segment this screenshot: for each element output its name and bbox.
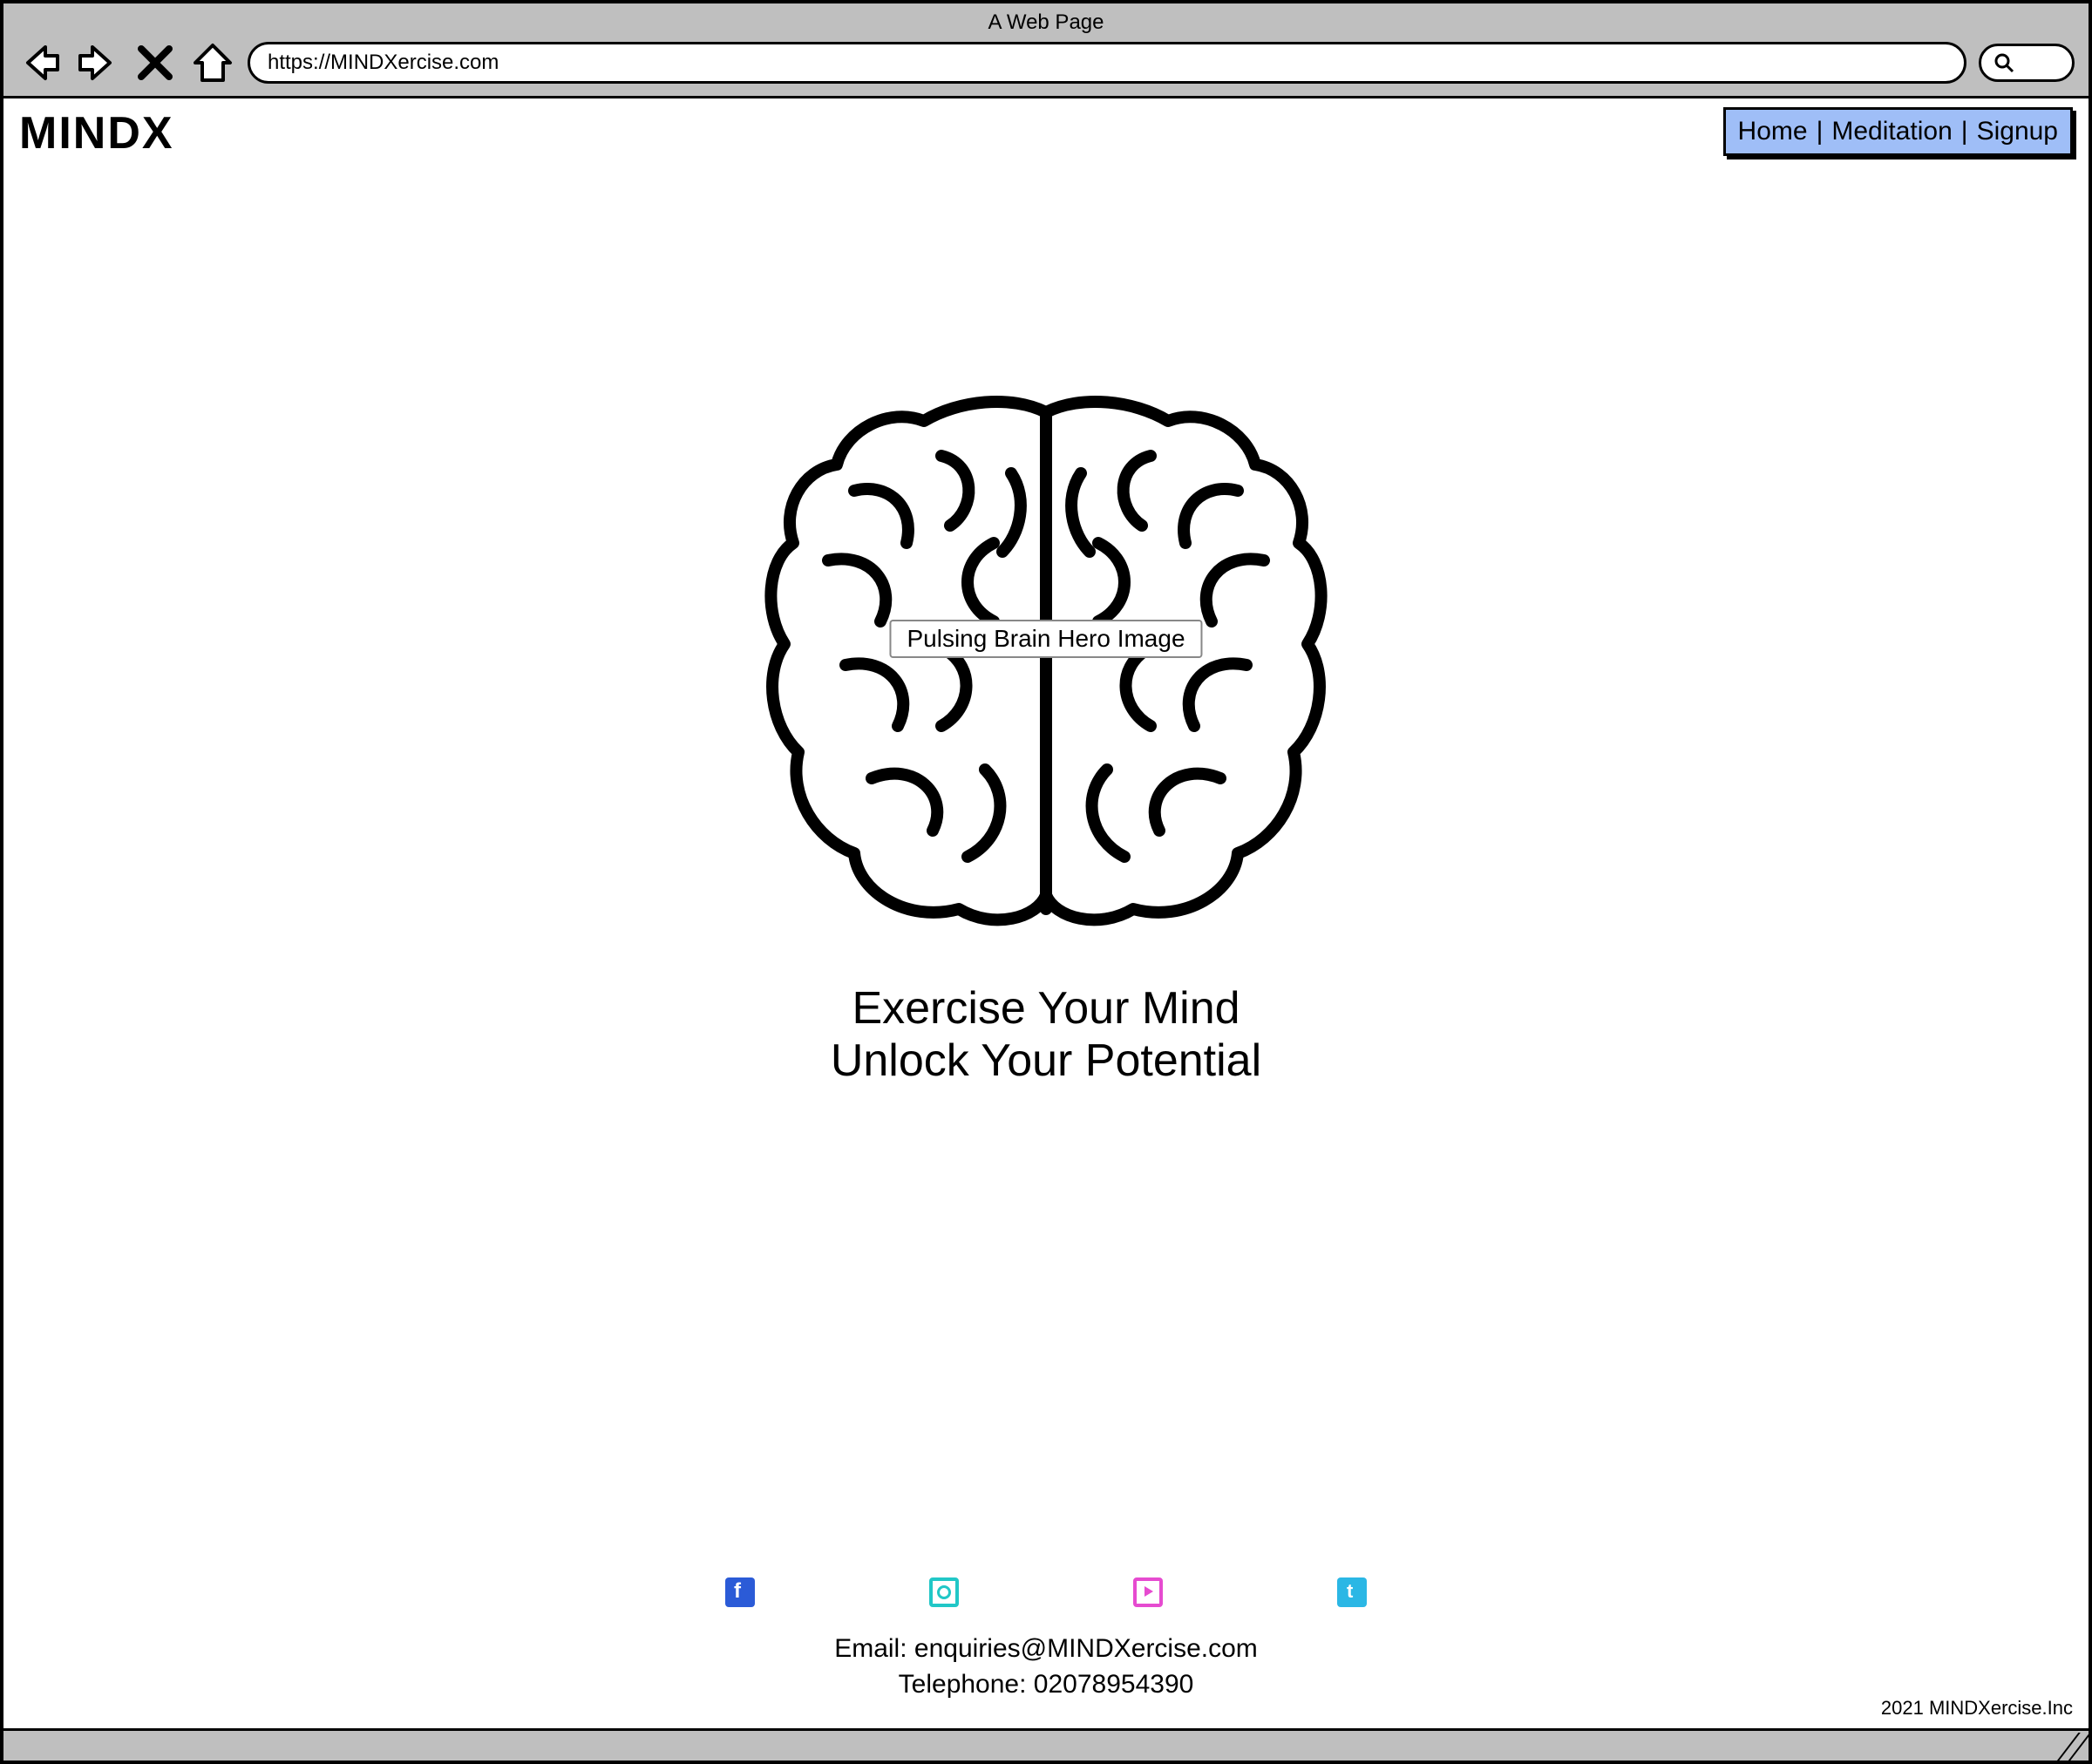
- home-button[interactable]: [190, 40, 235, 85]
- social-links: [3, 1577, 2089, 1607]
- forward-button[interactable]: [75, 40, 120, 85]
- hero-image: Pulsing Brain Hero Image: [750, 386, 1342, 948]
- stop-button[interactable]: [132, 40, 178, 85]
- nav-separator: |: [1961, 117, 1968, 146]
- nav-home[interactable]: Home: [1738, 117, 1808, 146]
- facebook-icon[interactable]: [725, 1577, 755, 1607]
- instagram-icon[interactable]: [929, 1577, 959, 1607]
- browser-window: A Web Page https://MINDXercise.com: [0, 0, 2092, 1764]
- tagline-line-2: Unlock Your Potential: [831, 1035, 1261, 1088]
- address-bar[interactable]: https://MINDXercise.com: [248, 42, 1966, 84]
- email-label: Email:: [834, 1634, 914, 1663]
- copyright-text: 2021 MINDXercise.Inc: [1881, 1697, 2073, 1720]
- status-bar: ╱╱: [3, 1731, 2089, 1761]
- nav-separator: |: [1817, 117, 1824, 146]
- browser-chrome: A Web Page https://MINDXercise.com: [3, 3, 2089, 98]
- nav-signup[interactable]: Signup: [1977, 117, 2058, 146]
- hero-image-caption: Pulsing Brain Hero Image: [889, 620, 1202, 658]
- phone-value[interactable]: 02078954390: [1034, 1670, 1194, 1699]
- address-bar-text: https://MINDXercise.com: [268, 51, 499, 75]
- main-nav: Home | Meditation | Signup: [1723, 107, 2073, 156]
- brain-icon: [750, 386, 1342, 944]
- back-button[interactable]: [17, 40, 63, 85]
- resize-grip-icon[interactable]: ╱╱: [2059, 1733, 2082, 1761]
- contact-info: Email: enquiries@MINDXercise.com Telepho…: [3, 1632, 2089, 1702]
- site-logo[interactable]: MINDX: [19, 107, 174, 159]
- twitter-icon[interactable]: [1337, 1577, 1367, 1607]
- nav-meditation[interactable]: Meditation: [1831, 117, 1952, 146]
- hero-tagline: Exercise Your Mind Unlock Your Potential: [831, 983, 1261, 1088]
- phone-label: Telephone:: [899, 1670, 1034, 1699]
- search-icon: [1994, 52, 2014, 73]
- window-title: A Web Page: [17, 10, 2075, 35]
- footer: Email: enquiries@MINDXercise.com Telepho…: [3, 1551, 2089, 1711]
- search-button[interactable]: [1979, 44, 2075, 82]
- youtube-icon[interactable]: [1133, 1577, 1163, 1607]
- hero-section: Pulsing Brain Hero Image Exercise Your M…: [3, 159, 2089, 1728]
- email-value[interactable]: enquiries@MINDXercise.com: [914, 1634, 1258, 1663]
- page-viewport: MINDX Home | Meditation | Signup: [3, 98, 2089, 1731]
- tagline-line-1: Exercise Your Mind: [831, 983, 1261, 1035]
